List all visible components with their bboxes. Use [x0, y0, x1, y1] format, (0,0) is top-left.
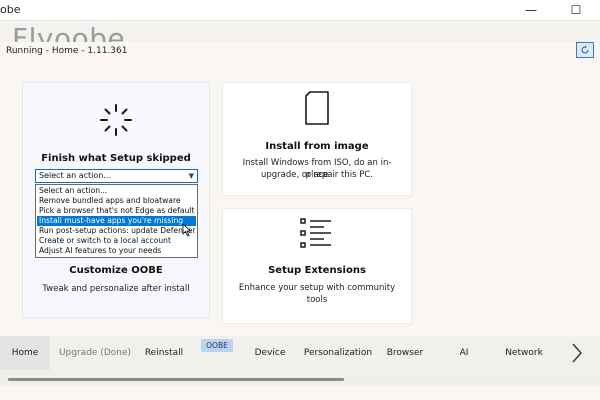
chevron-right-icon	[572, 343, 582, 363]
nav-item-browser[interactable]: Browser	[382, 336, 428, 370]
card-install-title: Install from image	[265, 141, 369, 152]
nav-item-network[interactable]: Network	[500, 336, 548, 370]
dropdown-option-selected[interactable]: Install must-have apps you're missing	[37, 216, 196, 226]
window-title: obe	[0, 3, 21, 16]
nav-item-home[interactable]: Home	[0, 336, 50, 370]
dropdown-option[interactable]: Create or switch to a local account	[37, 236, 196, 246]
card-customize-oobe-title: Customize OOBE	[69, 265, 163, 276]
maximize-button[interactable]: ☐	[553, 0, 599, 20]
nav-item-reinstall[interactable]: Reinstall	[138, 336, 190, 370]
status-text: Running - Home - 1.11.361	[6, 46, 128, 56]
card-extensions-desc: Enhance your setup with community tools	[238, 283, 396, 305]
nav-item-ai[interactable]: AI	[448, 336, 480, 370]
dropdown-option[interactable]: Run post-setup actions: update Defender	[37, 226, 196, 236]
title-bar: obe — ☐	[0, 0, 600, 21]
nav-item-personalization[interactable]: Personalization	[302, 336, 374, 370]
card-extensions-title: Setup Extensions	[268, 265, 366, 276]
scrollbar-thumb[interactable]	[8, 378, 344, 381]
dropdown-option[interactable]: Remove bundled apps and bloatware	[37, 196, 196, 206]
dropdown-option[interactable]: Select an action...	[37, 186, 196, 196]
loading-circle-icon	[100, 104, 132, 136]
action-dropdown-list[interactable]: Select an action... Remove bundled apps …	[35, 184, 198, 258]
nav-item-upgrade[interactable]: Upgrade (Done)	[56, 336, 134, 370]
document-icon	[305, 91, 329, 125]
card-install-from-image[interactable]: Install from image Install Windows from …	[222, 82, 412, 196]
list-icon	[300, 218, 331, 248]
refresh-button[interactable]	[576, 42, 594, 58]
card-install-desc-line2: upgrade, or repair this PC.	[261, 170, 373, 180]
nav-item-device[interactable]: Device	[248, 336, 292, 370]
refresh-icon	[581, 45, 589, 54]
card-setup-extensions[interactable]: Setup Extensions Enhance your setup with…	[222, 208, 412, 324]
dropdown-option[interactable]: Pick a browser that's not Edge as defaul…	[37, 206, 196, 216]
mouse-cursor-icon	[182, 223, 192, 237]
dropdown-option[interactable]: Adjust AI features to your needs	[37, 246, 196, 256]
card-customize-oobe-desc: Tweak and personalize after install	[42, 284, 190, 294]
minimize-button[interactable]: —	[508, 0, 554, 20]
action-select[interactable]: Select an action... ▼	[35, 169, 198, 183]
chevron-down-icon: ▼	[188, 172, 194, 180]
nav-item-oobe[interactable]: OOBE	[201, 339, 233, 352]
card-finish-setup-title: Finish what Setup skipped	[41, 153, 191, 164]
action-select-value: Select an action...	[39, 171, 111, 180]
nav-next-button[interactable]	[564, 336, 590, 370]
